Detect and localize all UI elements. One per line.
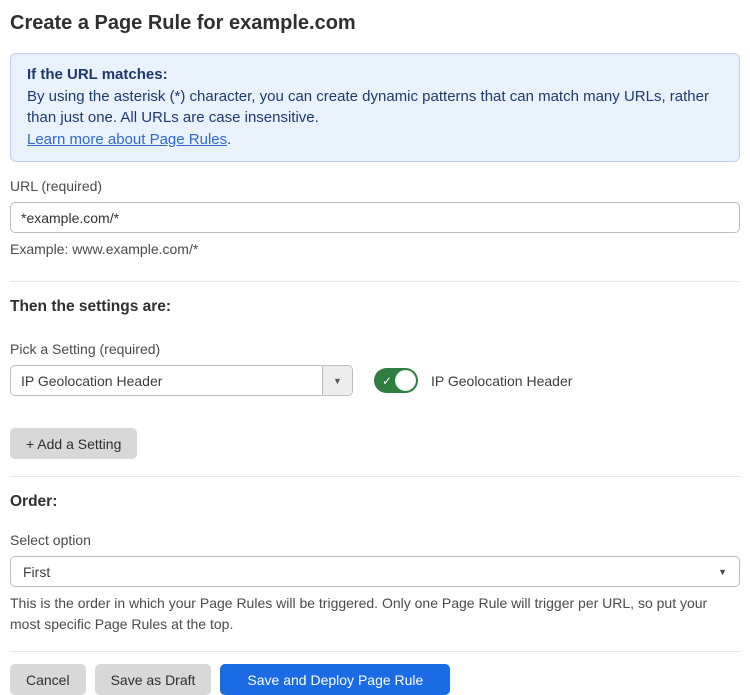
check-icon: ✓ (382, 375, 392, 387)
info-box-link-line: Learn more about Page Rules. (27, 129, 723, 151)
setting-picker-arrow-button[interactable]: ▼ (322, 366, 352, 395)
ip-geolocation-toggle[interactable]: ✓ (374, 368, 418, 393)
toggle-label: IP Geolocation Header (431, 373, 572, 389)
info-box-body: By using the asterisk (*) character, you… (27, 86, 723, 129)
cancel-button[interactable]: Cancel (10, 664, 86, 695)
order-helper-text: This is the order in which your Page Rul… (10, 593, 740, 635)
toggle-knob (395, 370, 416, 391)
pick-setting-label: Pick a Setting (required) (10, 341, 740, 357)
order-select[interactable]: First ▼ (10, 556, 740, 587)
setting-picker-dropdown[interactable]: IP Geolocation Header ▼ (10, 365, 353, 396)
footer-actions: Cancel Save as Draft Save and Deploy Pag… (10, 664, 740, 695)
add-setting-button[interactable]: + Add a Setting (10, 428, 137, 459)
link-suffix: . (227, 131, 231, 148)
divider (10, 281, 740, 282)
chevron-down-icon: ▼ (333, 376, 342, 386)
order-select-value: First (23, 564, 50, 580)
save-as-draft-button[interactable]: Save as Draft (95, 664, 212, 695)
divider (10, 651, 740, 652)
info-box-heading: If the URL matches: (27, 64, 723, 86)
select-option-label: Select option (10, 532, 740, 548)
learn-more-link[interactable]: Learn more about Page Rules (27, 131, 227, 148)
order-section-heading: Order: (10, 493, 740, 511)
page-rule-form: Create a Page Rule for example.com If th… (0, 0, 750, 695)
setting-row: IP Geolocation Header ▼ ✓ IP Geolocation… (10, 365, 740, 396)
save-and-deploy-button[interactable]: Save and Deploy Page Rule (220, 664, 450, 695)
url-match-info-box: If the URL matches: By using the asteris… (10, 53, 740, 162)
chevron-down-icon: ▼ (718, 567, 727, 577)
divider (10, 476, 740, 477)
url-input[interactable] (10, 202, 740, 233)
setting-picker-value: IP Geolocation Header (11, 366, 322, 395)
url-field-label: URL (required) (10, 178, 740, 194)
url-example-helper: Example: www.example.com/* (10, 239, 740, 260)
settings-section-heading: Then the settings are: (10, 298, 740, 316)
page-title: Create a Page Rule for example.com (10, 11, 740, 35)
